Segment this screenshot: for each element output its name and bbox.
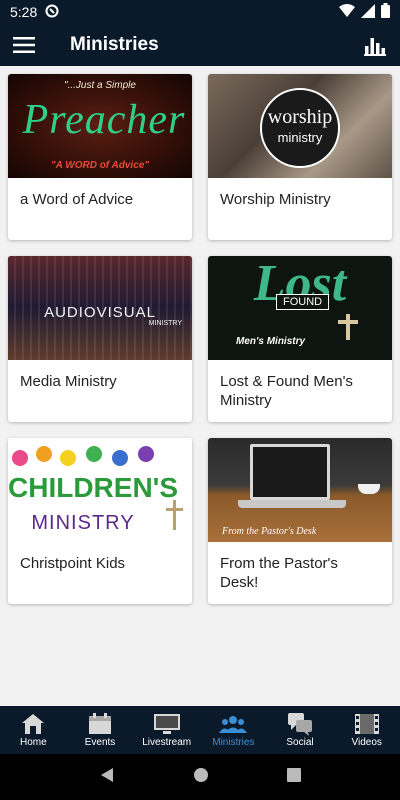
bottom-nav: Home Events Livestream Ministries Social… — [0, 706, 400, 754]
page-title: Ministries — [70, 34, 159, 55]
ministry-card-pastors-desk[interactable]: From the Pastor's Desk From the Pastor's… — [208, 438, 392, 604]
nav-label: Livestream — [142, 737, 192, 748]
back-icon[interactable] — [99, 767, 115, 788]
wifi-icon — [339, 3, 355, 21]
ministry-thumbnail: "...Just a Simple Preacher "A WORD of Ad… — [8, 74, 192, 178]
calendar-icon — [88, 711, 112, 737]
system-nav — [0, 754, 400, 800]
people-icon — [219, 711, 248, 737]
nav-social[interactable]: Social — [267, 706, 334, 754]
status-bar: 5:28 — [0, 0, 400, 24]
signal-icon — [361, 3, 375, 21]
nav-label: Videos — [351, 737, 382, 748]
ministry-thumbnail: Lost FOUND Men's Ministry — [208, 256, 392, 360]
ministries-grid: "...Just a Simple Preacher "A WORD of Ad… — [0, 66, 400, 706]
ministry-card-media[interactable]: AUDIOVISUAL MINISTRY Media Ministry — [8, 256, 192, 422]
home-circle-icon[interactable] — [193, 767, 209, 788]
thumb-small: From the Pastor's Desk — [222, 526, 317, 537]
cross-logo-bar — [338, 320, 358, 324]
bar-chart-icon — [364, 38, 386, 56]
ministry-label: Media Ministry — [20, 373, 117, 390]
nav-ministries[interactable]: Ministries — [200, 706, 267, 754]
recents-icon[interactable] — [287, 767, 301, 787]
nav-videos[interactable]: Videos — [333, 706, 400, 754]
thumb-small: ministry — [277, 130, 323, 145]
nav-label: Home — [19, 737, 47, 748]
thumb-line2: "A WORD of Advice" — [50, 160, 150, 171]
monitor-icon — [153, 711, 181, 737]
handprints — [10, 440, 190, 470]
ministry-label: From the Pastor's Desk! — [220, 555, 338, 591]
thumb-line1: "...Just a Simple — [64, 80, 136, 91]
nav-livestream[interactable]: Livestream — [133, 706, 200, 754]
app-bar: Ministries — [0, 24, 400, 66]
nav-label: Ministries — [212, 737, 255, 748]
laptop-base — [238, 500, 346, 508]
ministry-thumbnail: CHILDREN'S MINISTRY — [8, 438, 192, 542]
film-icon — [354, 711, 380, 737]
ministry-thumbnail: AUDIOVISUAL MINISTRY — [8, 256, 192, 360]
thumb-big: CHILDREN'S — [8, 472, 178, 503]
chat-icon — [287, 711, 313, 737]
thumb-big: Preacher — [22, 97, 186, 143]
battery-icon — [381, 3, 390, 21]
thumb-small: Men's Ministry — [236, 336, 306, 347]
ministry-thumbnail: From the Pastor's Desk — [208, 438, 392, 542]
nav-events[interactable]: Events — [67, 706, 134, 754]
nav-label: Social — [286, 737, 314, 748]
thumb-big: AUDIOVISUAL — [44, 304, 156, 321]
nav-label: Events — [84, 737, 116, 748]
thumb-big: worship — [267, 106, 333, 128]
cross-logo-bar — [166, 508, 183, 511]
sync-icon — [45, 4, 59, 21]
thumb-badge: FOUND — [276, 294, 330, 310]
stats-button[interactable] — [364, 34, 386, 61]
status-time: 5:28 — [10, 4, 38, 20]
laptop-screen — [250, 444, 330, 500]
menu-button[interactable] — [0, 24, 48, 66]
ministry-label: Christpoint Kids — [20, 555, 126, 572]
thumb-small: MINISTRY — [148, 320, 182, 327]
coffee-cup — [358, 484, 380, 494]
cross-logo — [173, 500, 176, 530]
hamburger-icon — [13, 37, 35, 53]
thumb-small: MINISTRY — [31, 512, 135, 534]
ministry-thumbnail: worship ministry — [208, 74, 392, 178]
cross-logo — [346, 314, 350, 340]
ministry-card-worship[interactable]: worship ministry Worship Ministry — [208, 74, 392, 240]
ministry-label: Worship Ministry — [220, 191, 331, 208]
ministry-label: Lost & Found Men's Ministry — [220, 373, 353, 409]
nav-home[interactable]: Home — [0, 706, 67, 754]
ministry-label: a Word of Advice — [20, 191, 134, 208]
ministry-card-lost-found[interactable]: Lost FOUND Men's Ministry Lost & Found M… — [208, 256, 392, 422]
ministry-card-kids[interactable]: CHILDREN'S MINISTRY Christpoint Kids — [8, 438, 192, 604]
home-icon — [21, 711, 45, 737]
ministry-card-word-of-advice[interactable]: "...Just a Simple Preacher "A WORD of Ad… — [8, 74, 192, 240]
